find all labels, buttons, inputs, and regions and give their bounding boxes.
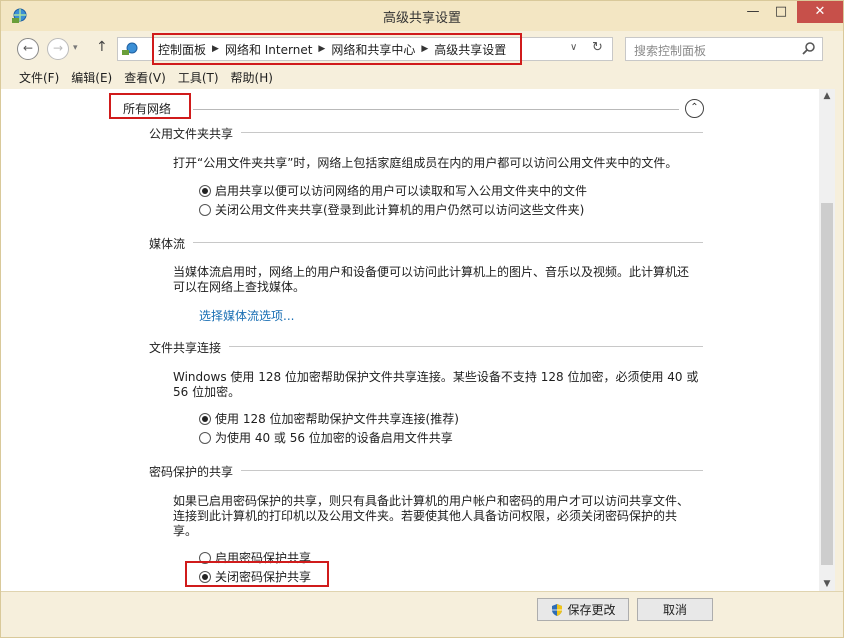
scroll-thumb[interactable] [821, 203, 833, 565]
radio-label: 使用 128 位加密帮助保护文件共享连接(推荐) [215, 412, 459, 426]
back-button[interactable]: ← [17, 38, 39, 60]
menu-view[interactable]: 查看(V) [118, 67, 172, 89]
radio-label: 为使用 40 或 56 位加密的设备启用文件共享 [215, 431, 453, 445]
save-changes-label: 保存更改 [567, 603, 616, 617]
menu-tools[interactable]: 工具(T) [172, 67, 225, 89]
menu-help[interactable]: 帮助(H) [225, 67, 279, 89]
close-button[interactable]: ✕ [797, 1, 843, 23]
menu-edit[interactable]: 编辑(E) [65, 67, 118, 89]
all-networks-label: 所有网络 [123, 102, 172, 116]
save-changes-button[interactable]: 保存更改 [537, 598, 629, 621]
media-description-line2: 可以在网络上查找媒体。 [173, 280, 306, 294]
all-networks-header[interactable]: 所有网络 [109, 93, 191, 119]
file-sharing-description-line2: 56 位加密。 [173, 385, 241, 399]
navigation-bar: ← → ▾ ↑ 控制面板 ▶ 网络和 Internet ▶ 网络和共享中心 ▶ … [1, 31, 843, 67]
breadcrumb-network-sharing-center[interactable]: 网络和共享中心 [331, 41, 415, 58]
radio-public-folder-on[interactable]: 启用共享以便可以访问网络的用户可以读取和写入公用文件夹中的文件 [199, 182, 587, 199]
radio-button-icon[interactable] [199, 184, 211, 197]
divider [241, 470, 703, 471]
forward-button[interactable]: → [47, 38, 69, 60]
public-folder-description: 打开“公用文件夹共享”时，网络上包括家庭组成员在内的用户都可以访问公用文件夹中的… [173, 156, 678, 170]
section-heading-media: 媒体流 [149, 237, 186, 251]
media-streaming-options-link[interactable]: 选择媒体流选项... [199, 307, 294, 324]
scroll-up-icon[interactable]: ▲ [819, 91, 835, 101]
breadcrumb-advanced-sharing[interactable]: 高级共享设置 [434, 41, 506, 58]
address-dropdown-icon[interactable]: ∨ [570, 42, 577, 53]
section-heading-file-sharing: 文件共享连接 [149, 341, 222, 355]
up-button[interactable]: ↑ [96, 39, 108, 55]
minimize-button[interactable]: — [739, 1, 767, 23]
breadcrumb-separator-icon[interactable]: ▶ [421, 44, 428, 54]
divider [193, 242, 703, 243]
collapse-chevron-icon[interactable]: ⌃ [685, 99, 704, 118]
cancel-button[interactable]: 取消 [637, 598, 713, 621]
section-heading-password: 密码保护的共享 [149, 465, 234, 479]
divider [241, 132, 703, 133]
radio-button-icon[interactable] [199, 412, 211, 425]
control-panel-icon [122, 42, 138, 55]
breadcrumb-separator-icon[interactable]: ▶ [212, 44, 219, 54]
media-description-line1: 当媒体流启用时，网络上的用户和设备便可以访问此计算机上的图片、音乐以及视频。此计… [173, 265, 690, 279]
radio-label: 启用共享以便可以访问网络的用户可以读取和写入公用文件夹中的文件 [215, 184, 588, 198]
radio-label: 关闭公用文件夹共享(登录到此计算机的用户仍然可以访问这些文件夹) [215, 203, 585, 217]
window-title: 高级共享设置 [382, 11, 461, 26]
radio-button-icon[interactable] [199, 203, 211, 216]
radio-button-icon[interactable] [199, 431, 211, 444]
scroll-down-icon[interactable]: ▼ [819, 579, 835, 589]
uac-shield-icon [552, 603, 563, 616]
recent-locations-chevron-icon[interactable]: ▾ [73, 43, 78, 53]
radio-40-56bit-encryption[interactable]: 为使用 40 或 56 位加密的设备启用文件共享 [199, 429, 453, 446]
menu-bar: 文件(F) 编辑(E) 查看(V) 工具(T) 帮助(H) [1, 67, 843, 89]
address-bar[interactable]: 控制面板 ▶ 网络和 Internet ▶ 网络和共享中心 ▶ 高级共享设置 ∨… [117, 33, 613, 65]
password-description-line2: 连接到此计算机的打印机以及公用文件夹。若要使其他人具备访问权限，必须关闭密码保护… [173, 509, 678, 523]
vertical-scrollbar[interactable]: ▲ ▼ [819, 89, 835, 591]
divider [229, 346, 703, 347]
breadcrumb: 控制面板 ▶ 网络和 Internet ▶ 网络和共享中心 ▶ 高级共享设置 [152, 33, 522, 65]
dialog-footer: 保存更改 取消 [1, 591, 843, 637]
maximize-button[interactable]: □ [767, 1, 795, 23]
file-sharing-description-line1: Windows 使用 128 位加密帮助保护文件共享连接。某些设备不支持 128… [173, 370, 699, 384]
settings-content: 所有网络 ⌃ 公用文件夹共享 打开“公用文件夹共享”时，网络上包括家庭组成员在内… [1, 89, 819, 591]
highlight-annotation [185, 561, 329, 587]
breadcrumb-control-panel[interactable]: 控制面板 [158, 41, 206, 58]
divider [193, 109, 679, 110]
password-description-line1: 如果已启用密码保护的共享，则只有具备此计算机的用户帐户和密码的用户才可以访问共享… [173, 494, 690, 508]
refresh-icon[interactable]: ↻ [592, 40, 603, 55]
advanced-sharing-window: 高级共享设置 — □ ✕ ← → ▾ ↑ 控制面板 ▶ 网络和 Internet… [0, 0, 844, 638]
password-description-line3: 享。 [173, 524, 198, 538]
search-icon[interactable] [802, 41, 816, 55]
search-placeholder: 搜索控制面板 [634, 44, 707, 58]
title-bar: 高级共享设置 — □ ✕ [1, 1, 843, 31]
breadcrumb-network-internet[interactable]: 网络和 Internet [225, 41, 312, 58]
section-heading-public-folder: 公用文件夹共享 [149, 127, 234, 141]
radio-128bit-encryption[interactable]: 使用 128 位加密帮助保护文件共享连接(推荐) [199, 410, 459, 427]
menu-file[interactable]: 文件(F) [13, 67, 65, 89]
search-input[interactable]: 搜索控制面板 [625, 37, 823, 61]
radio-public-folder-off[interactable]: 关闭公用文件夹共享(登录到此计算机的用户仍然可以访问这些文件夹) [199, 201, 584, 218]
breadcrumb-separator-icon[interactable]: ▶ [318, 44, 325, 54]
